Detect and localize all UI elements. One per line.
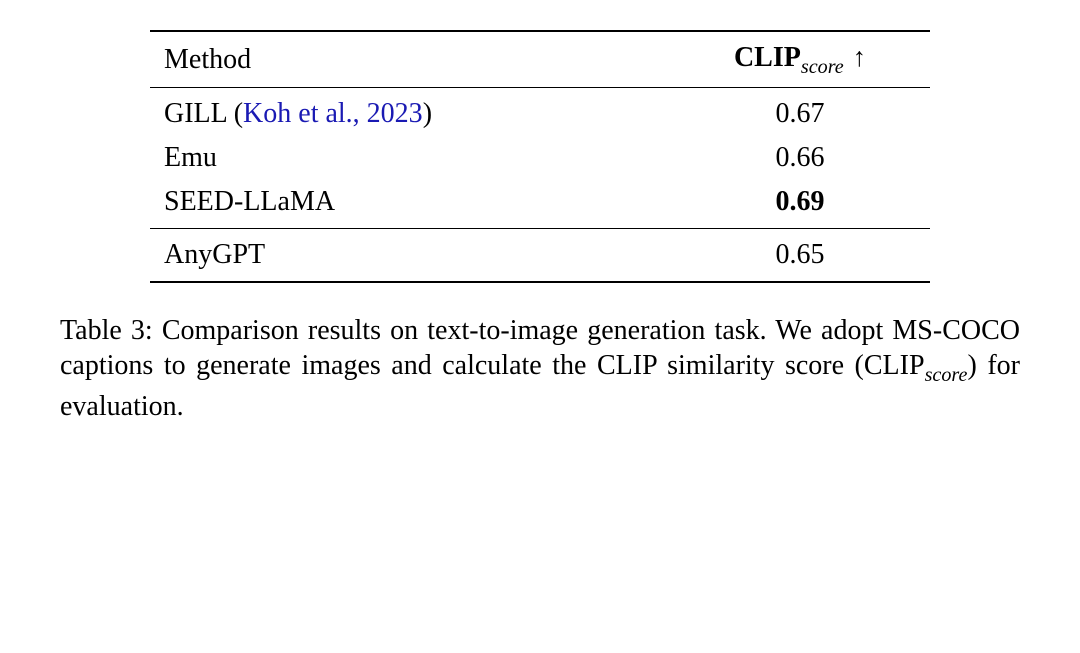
results-table-container: Method CLIPscore ↑ GILL (Koh et al., 202…: [150, 30, 930, 283]
arrow-up-icon: ↑: [853, 42, 866, 72]
citation-link[interactable]: Koh et al., 2023: [243, 98, 423, 129]
cell-method: AnyGPT: [150, 228, 670, 282]
caption-clip-subscript: score: [925, 364, 968, 386]
table-row: SEED-LLaMA 0.69: [150, 180, 930, 229]
table-row: GILL (Koh et al., 2023) 0.67: [150, 87, 930, 136]
citation-open: (: [234, 98, 243, 129]
clip-label: CLIP: [734, 42, 801, 73]
cell-score: 0.66: [670, 136, 930, 180]
cell-method: SEED-LLaMA: [150, 180, 670, 229]
results-table: Method CLIPscore ↑ GILL (Koh et al., 202…: [150, 30, 930, 283]
method-name: GILL: [164, 98, 234, 129]
table-row: Emu 0.66: [150, 136, 930, 180]
caption-text-prefix: Table 3: Comparison results on text-to-i…: [60, 315, 1020, 382]
column-header-method: Method: [150, 31, 670, 87]
column-header-clipscore: CLIPscore ↑: [670, 31, 930, 87]
citation-close: ): [423, 98, 432, 129]
cell-score: 0.65: [670, 228, 930, 282]
table-row: AnyGPT 0.65: [150, 228, 930, 282]
cell-method: GILL (Koh et al., 2023): [150, 87, 670, 136]
table-caption: Table 3: Comparison results on text-to-i…: [60, 313, 1020, 425]
cell-method: Emu: [150, 136, 670, 180]
cell-score-best: 0.69: [670, 180, 930, 229]
cell-score: 0.67: [670, 87, 930, 136]
clip-subscript: score: [801, 56, 844, 78]
table-header-row: Method CLIPscore ↑: [150, 31, 930, 87]
